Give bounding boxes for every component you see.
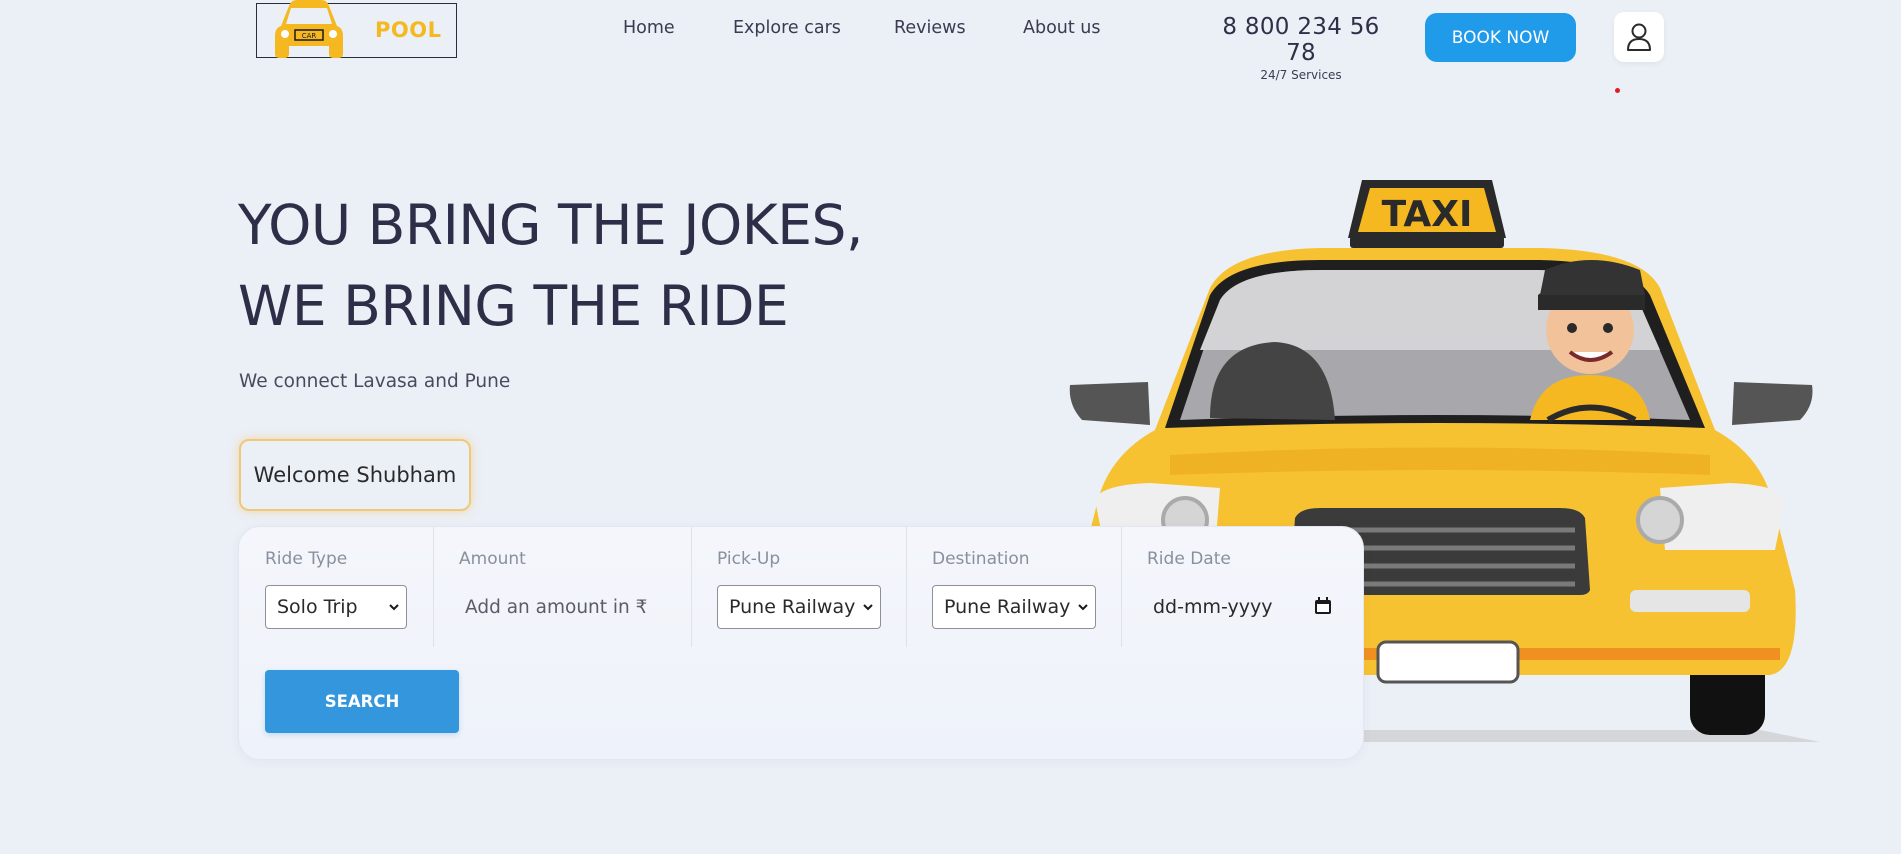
ride-type-select[interactable]: Solo Trip [265, 585, 407, 629]
nav-reviews[interactable]: Reviews [894, 18, 966, 38]
taxi-sign-text: TAXI [1382, 194, 1473, 235]
ride-date-label: Ride Date [1147, 549, 1231, 569]
user-icon [1627, 23, 1651, 51]
search-button[interactable]: SEARCH [265, 670, 459, 733]
nav-explore-cars[interactable]: Explore cars [733, 18, 841, 38]
amount-label: Amount [459, 549, 526, 569]
ride-date-input[interactable]: dd-mm-yyyy [1147, 585, 1332, 629]
phone-number[interactable]: 8 800 234 56 78 [1210, 14, 1392, 66]
ride-type-value: Solo Trip [277, 596, 358, 618]
hero-title: YOU BRING THE JOKES, WE BRING THE RIDE [238, 185, 938, 347]
destination-label: Destination [932, 549, 1030, 569]
pickup-value: Pune Railway [729, 596, 856, 618]
book-now-button[interactable]: BOOK NOW [1425, 13, 1576, 62]
welcome-message: Welcome Shubham [239, 439, 471, 511]
logo-text: POOL [375, 18, 442, 42]
amount-input[interactable] [457, 585, 657, 629]
search-panel: Ride Type Solo Trip Amount Pick-Up Pune … [238, 526, 1364, 760]
ride-type-field: Ride Type Solo Trip [239, 527, 433, 647]
notification-dot [1615, 88, 1620, 93]
destination-field: Destination Pune Railway [906, 527, 1121, 647]
amount-field: Amount [433, 527, 691, 647]
user-account-button[interactable] [1614, 12, 1664, 62]
contact-phone: 8 800 234 56 78 24/7 Services [1210, 14, 1392, 82]
logo-car-text: CAR [302, 32, 317, 40]
calendar-icon[interactable] [1314, 597, 1332, 615]
hero-subtitle: We connect Lavasa and Pune [239, 371, 511, 392]
hero-title-line2: WE BRING THE RIDE [238, 274, 789, 338]
chevron-down-icon [1078, 604, 1088, 611]
ride-date-field: Ride Date dd-mm-yyyy [1121, 527, 1365, 647]
ride-type-label: Ride Type [265, 549, 348, 569]
pickup-field: Pick-Up Pune Railway [691, 527, 906, 647]
pickup-select[interactable]: Pune Railway [717, 585, 881, 629]
pickup-label: Pick-Up [717, 549, 781, 569]
destination-select[interactable]: Pune Railway [932, 585, 1096, 629]
ride-date-placeholder: dd-mm-yyyy [1153, 596, 1273, 618]
hero-title-line1: YOU BRING THE JOKES, [238, 193, 863, 257]
phone-note: 24/7 Services [1260, 68, 1342, 82]
nav-about-us[interactable]: About us [1023, 18, 1101, 38]
destination-value: Pune Railway [944, 596, 1071, 618]
logo[interactable]: CAR POOL [256, 0, 457, 58]
chevron-down-icon [389, 604, 399, 611]
car-logo-icon: CAR [275, 0, 343, 58]
chevron-down-icon [863, 604, 873, 611]
nav-home[interactable]: Home [623, 18, 675, 38]
